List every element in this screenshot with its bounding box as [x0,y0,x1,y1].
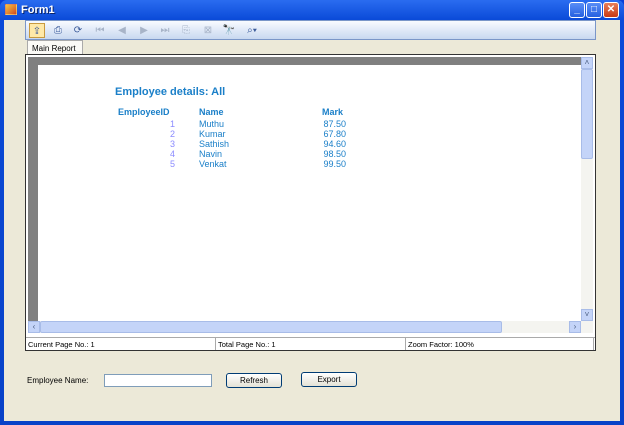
employee-name-label: Employee Name: [27,376,89,385]
report-title: Employee details: All [115,86,226,98]
status-bar: Current Page No.: 1 Total Page No.: 1 Zo… [26,337,595,350]
last-page-icon[interactable]: ⏭ [157,23,173,38]
next-page-icon[interactable]: ▶ [136,23,152,38]
employee-id-cell: 2 [169,129,175,139]
employee-id-cell: 4 [169,149,175,159]
close-button[interactable]: ✕ [603,2,619,18]
mark-cell: 99.50 [323,159,346,169]
name-cell: Kumar [199,129,226,139]
zoom-factor-status: Zoom Factor: 100% [406,338,594,350]
export-button[interactable]: Export [301,372,357,387]
tab-main-report[interactable]: Main Report [27,40,83,54]
print-icon[interactable]: ⎙ [50,23,66,38]
refresh-icon[interactable]: ⟳ [70,23,86,38]
report-page: Employee details: All EmployeeID Name Ma… [38,65,581,321]
report-viewer: Employee details: All EmployeeID Name Ma… [25,54,596,351]
close-view-icon[interactable]: ⊠ [200,23,216,38]
employee-id-cell: 3 [169,139,175,149]
vertical-scroll-thumb[interactable] [581,69,593,159]
mark-cell: 98.50 [323,149,346,159]
minimize-button[interactable]: _ [569,2,585,18]
mark-cell: 94.60 [323,139,346,149]
name-cell: Navin [199,149,223,159]
title-bar: Form1 _ □ ✕ [0,0,624,20]
name-cell: Muthu [199,119,225,129]
horizontal-scrollbar[interactable]: ‹ › [28,321,593,333]
name-cell: Venkat [199,159,227,169]
report-canvas: Employee details: All EmployeeID Name Ma… [28,57,581,321]
mark-cell: 87.50 [323,119,346,129]
find-icon[interactable]: 🔭 [221,23,237,38]
scroll-up-icon[interactable]: ˄ [581,57,593,69]
current-page-status: Current Page No.: 1 [26,338,216,350]
vertical-scrollbar[interactable]: ˄ ˅ [581,57,593,321]
header-name: Name [199,107,224,117]
client-area: ⇪ ⎙ ⟳ ⏮ ◀ ▶ ⏭ ⎘ ⊠ 🔭 ⌕▾ Main Report Emplo… [4,20,620,421]
header-mark: Mark [322,107,344,117]
scroll-down-icon[interactable]: ˅ [581,309,593,321]
export-icon[interactable]: ⇪ [29,23,45,38]
header-employee-id: EmployeeID [118,107,170,117]
first-page-icon[interactable]: ⏮ [92,23,108,38]
maximize-button[interactable]: □ [586,2,602,18]
app-icon [5,4,17,15]
goto-page-icon[interactable]: ⎘ [178,23,194,38]
employee-id-cell: 5 [169,159,175,169]
horizontal-scroll-thumb[interactable] [40,321,502,333]
total-page-status: Total Page No.: 1 [216,338,406,350]
window-title: Form1 [21,4,55,16]
scroll-left-icon[interactable]: ‹ [28,321,40,333]
mark-cell: 67.80 [323,129,346,139]
refresh-button[interactable]: Refresh [226,373,282,388]
employee-name-input[interactable] [104,374,212,387]
employee-id-cell: 1 [169,119,175,129]
previous-page-icon[interactable]: ◀ [114,23,130,38]
scroll-right-icon[interactable]: › [569,321,581,333]
window: Form1 _ □ ✕ ⇪ ⎙ ⟳ ⏮ ◀ ▶ ⏭ ⎘ ⊠ 🔭 ⌕▾ Main … [0,0,624,425]
report-toolbar: ⇪ ⎙ ⟳ ⏮ ◀ ▶ ⏭ ⎘ ⊠ 🔭 ⌕▾ [25,20,596,40]
zoom-icon[interactable]: ⌕▾ [241,23,263,38]
name-cell: Sathish [199,139,230,149]
